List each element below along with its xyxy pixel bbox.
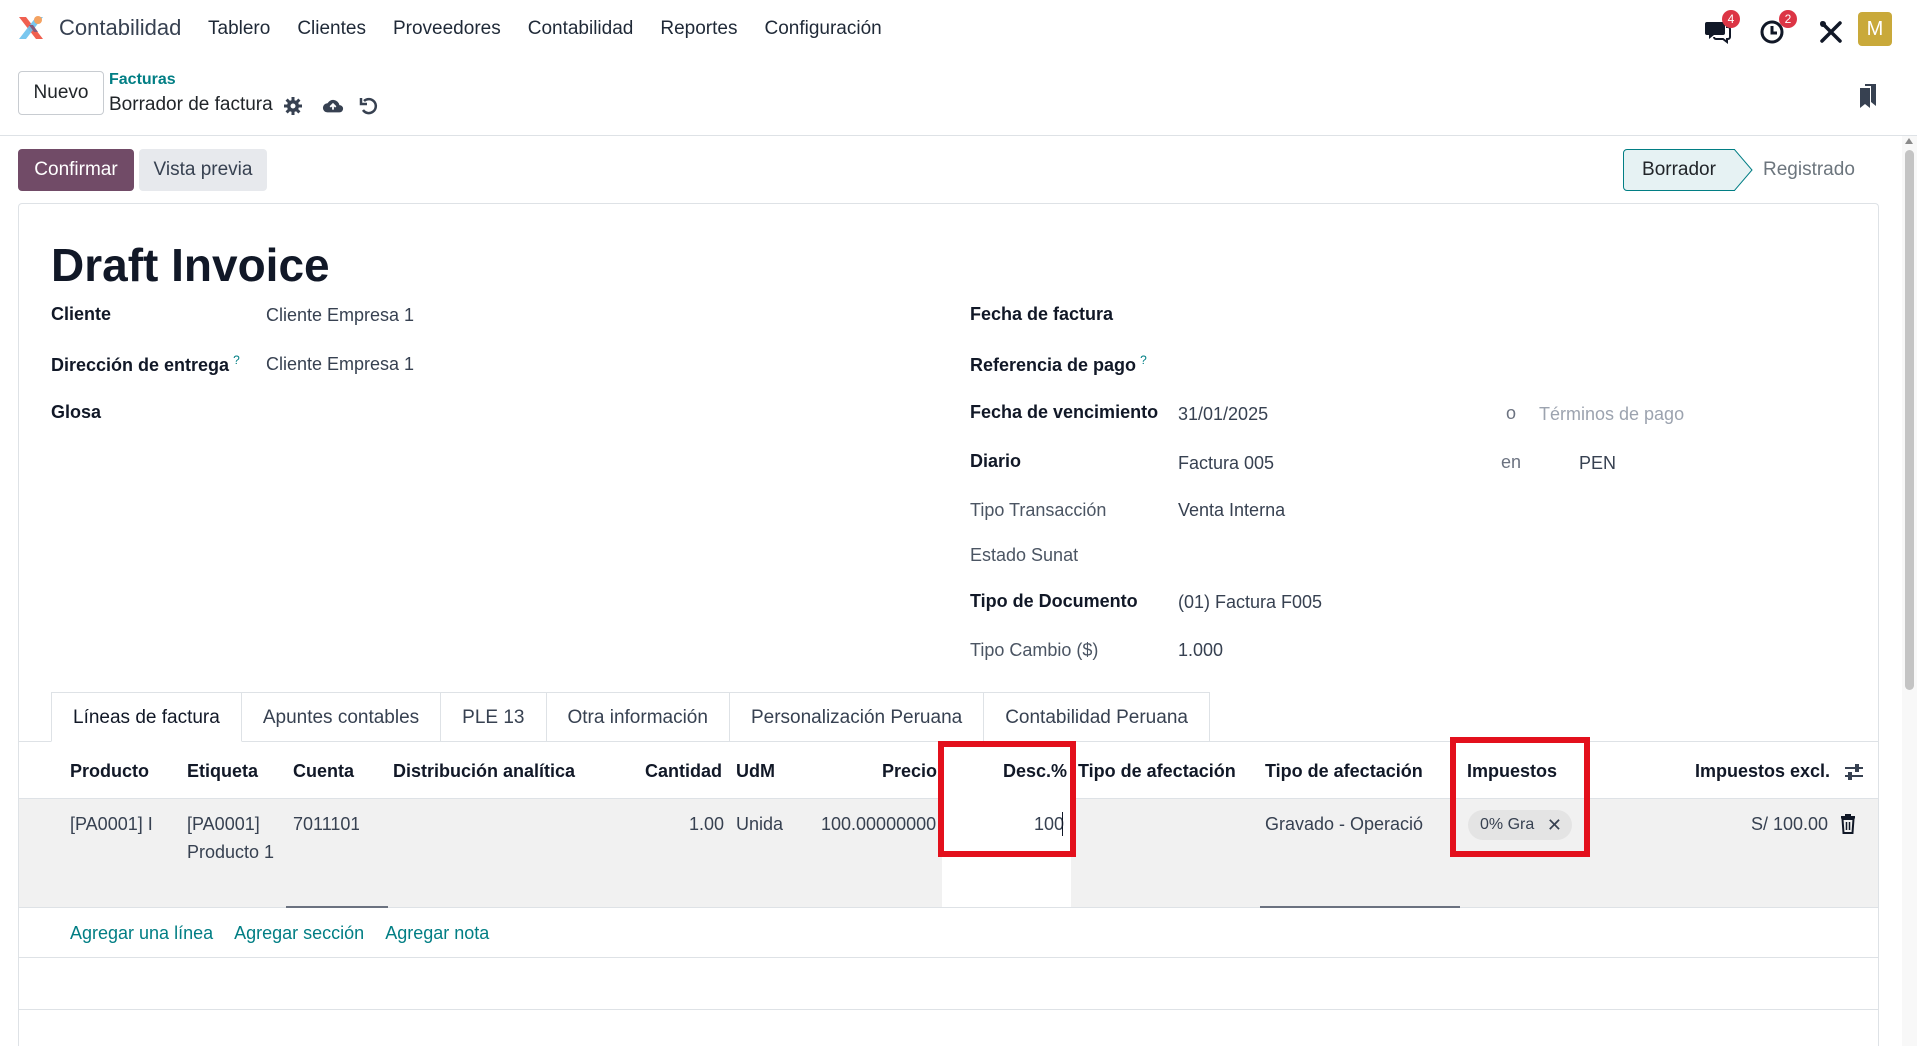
accounting-app-icon[interactable] bbox=[16, 13, 46, 43]
tab-contabilidad-peruana[interactable]: Contabilidad Peruana bbox=[984, 692, 1210, 742]
direccion-label: Dirección de entrega? bbox=[51, 353, 240, 376]
cell-udm[interactable]: Unida bbox=[736, 814, 784, 835]
add-note-link[interactable]: Agregar nota bbox=[385, 923, 489, 944]
messages-badge: 4 bbox=[1722, 10, 1740, 28]
col-udm[interactable]: UdM bbox=[736, 761, 775, 782]
status-arrow-icon bbox=[1734, 149, 1753, 191]
add-section-link[interactable]: Agregar sección bbox=[234, 923, 364, 944]
breadcrumb-current: Borrador de factura bbox=[109, 94, 273, 115]
direccion-label-text: Dirección de entrega bbox=[51, 355, 230, 375]
cell-etiqueta-line2[interactable]: Producto 1 bbox=[187, 842, 274, 863]
cliente-label: Cliente bbox=[51, 304, 112, 324]
tipo-documento-label: Tipo de Documento bbox=[970, 591, 1138, 611]
fecha-factura-label: Fecha de factura bbox=[970, 304, 1114, 324]
page-scrollbar[interactable] bbox=[1902, 136, 1917, 1046]
in-label: en bbox=[1501, 452, 1522, 472]
menu-reportes[interactable]: Reportes bbox=[660, 18, 737, 40]
direccion-field[interactable]: Cliente Empresa 1 bbox=[266, 354, 414, 375]
main-menu: Tablero Clientes Proveedores Contabilida… bbox=[208, 18, 909, 40]
referencia-label-text: Referencia de pago bbox=[970, 355, 1137, 375]
new-button[interactable]: Nuevo bbox=[18, 71, 104, 115]
column-settings-icon[interactable] bbox=[1843, 761, 1865, 783]
tools-icon bbox=[1820, 21, 1842, 43]
activities-badge: 2 bbox=[1779, 10, 1797, 28]
menu-clientes[interactable]: Clientes bbox=[297, 18, 366, 40]
col-impuestos-excl[interactable]: Impuestos excl. bbox=[1695, 761, 1830, 782]
tab-lineas-factura[interactable]: Líneas de factura bbox=[51, 692, 242, 742]
invoice-title: Draft Invoice bbox=[51, 239, 330, 291]
gear-icon[interactable] bbox=[282, 95, 304, 117]
scrollbar-thumb[interactable] bbox=[1905, 150, 1914, 690]
cell-cuenta[interactable]: 7011101 bbox=[293, 814, 359, 835]
menu-tablero[interactable]: Tablero bbox=[208, 18, 270, 40]
status-draft[interactable]: Borrador bbox=[1623, 149, 1735, 191]
help-mark[interactable]: ? bbox=[1140, 353, 1147, 367]
tab-apuntes-contables[interactable]: Apuntes contables bbox=[241, 692, 442, 742]
tipo-cambio-label: Tipo Cambio ($) bbox=[970, 640, 1099, 660]
col-cuenta[interactable]: Cuenta bbox=[293, 761, 354, 782]
table-footer-border bbox=[19, 957, 1878, 958]
currency-field[interactable]: PEN bbox=[1579, 453, 1616, 474]
activities-button[interactable]: 2 bbox=[1760, 10, 1797, 44]
menu-contabilidad[interactable]: Contabilidad bbox=[528, 18, 634, 40]
discard-changes-icon[interactable] bbox=[358, 95, 380, 117]
cliente-field[interactable]: Cliente Empresa 1 bbox=[266, 305, 414, 326]
cell-subtotal: S/ 100.00 bbox=[1751, 814, 1829, 834]
cell-producto[interactable]: [PA0001] I bbox=[70, 814, 154, 835]
col-etiqueta[interactable]: Etiqueta bbox=[187, 761, 258, 782]
vencimiento-field[interactable]: 31/01/2025 bbox=[1178, 404, 1268, 425]
cell-etiqueta-line1[interactable]: [PA0001] bbox=[187, 814, 260, 835]
estado-sunat-label: Estado Sunat bbox=[970, 545, 1079, 565]
col-cantidad[interactable]: Cantidad bbox=[645, 761, 722, 782]
col-distribucion[interactable]: Distribución analítica bbox=[393, 761, 575, 782]
cell-precio[interactable]: 100.00000000 bbox=[821, 814, 936, 835]
tipo-afectacion-input-underline bbox=[1260, 906, 1460, 908]
tab-otra-informacion[interactable]: Otra información bbox=[546, 692, 730, 742]
confirm-button[interactable]: Confirmar bbox=[18, 149, 134, 191]
help-mark[interactable]: ? bbox=[233, 353, 240, 367]
tab-personalizacion-peruana[interactable]: Personalización Peruana bbox=[729, 692, 985, 742]
tipo-documento-field[interactable]: (01) Factura F005 bbox=[1178, 592, 1322, 613]
user-avatar[interactable]: M bbox=[1858, 12, 1892, 46]
notebook-tabs: Líneas de factura Apuntes contables PLE … bbox=[51, 692, 1210, 742]
diario-label: Diario bbox=[970, 451, 1022, 471]
cloud-save-icon[interactable] bbox=[322, 95, 344, 117]
scroll-up-arrow-icon[interactable] bbox=[1905, 138, 1913, 144]
tipo-transaccion-label: Tipo Transacción bbox=[970, 500, 1107, 520]
or-label: o bbox=[1506, 403, 1517, 423]
menu-proveedores[interactable]: Proveedores bbox=[393, 18, 501, 40]
app-name[interactable]: Contabilidad bbox=[59, 15, 181, 41]
tab-ple-13[interactable]: PLE 13 bbox=[441, 692, 547, 742]
status-posted[interactable]: Registrado bbox=[1763, 149, 1855, 191]
col-tipo-afectacion-2[interactable]: Tipo de afectación bbox=[1265, 761, 1423, 782]
control-panel-divider bbox=[0, 135, 1917, 136]
vencimiento-label: Fecha de vencimiento bbox=[970, 402, 1159, 422]
form-sheet bbox=[18, 203, 1879, 1046]
tipo-cambio-field[interactable]: 1.000 bbox=[1178, 640, 1223, 661]
highlight-impuestos bbox=[1450, 737, 1590, 857]
col-precio[interactable]: Precio bbox=[882, 761, 937, 782]
highlight-discount bbox=[938, 741, 1076, 857]
glosa-label: Glosa bbox=[51, 402, 102, 422]
cell-cantidad[interactable]: 1.00 bbox=[689, 814, 724, 835]
top-navbar: Contabilidad Tablero Clientes Proveedore… bbox=[0, 0, 1917, 56]
cuenta-input-underline bbox=[286, 906, 388, 908]
messages-button[interactable]: 4 bbox=[1704, 10, 1740, 44]
payment-terms-field[interactable]: Términos de pago bbox=[1539, 404, 1684, 425]
diario-field[interactable]: Factura 005 bbox=[1178, 453, 1274, 474]
col-producto[interactable]: Producto bbox=[70, 761, 149, 782]
referencia-label: Referencia de pago? bbox=[970, 353, 1147, 376]
preview-button[interactable]: Vista previa bbox=[139, 149, 267, 191]
tipo-transaccion-field[interactable]: Venta Interna bbox=[1178, 500, 1285, 521]
table-footer-border-2 bbox=[19, 1009, 1878, 1010]
breadcrumb-parent[interactable]: Facturas bbox=[109, 71, 176, 89]
menu-configuracion[interactable]: Configuración bbox=[764, 18, 881, 40]
cell-tipo-afectacion[interactable]: Gravado - Operació bbox=[1265, 814, 1437, 835]
bookmark-icon[interactable] bbox=[1860, 84, 1878, 108]
trash-icon[interactable] bbox=[1840, 814, 1856, 834]
tools-button[interactable] bbox=[1817, 12, 1847, 44]
add-line-link[interactable]: Agregar una línea bbox=[70, 923, 213, 944]
col-tipo-afectacion-1[interactable]: Tipo de afectación bbox=[1078, 761, 1236, 782]
add-line-actions: Agregar una línea Agregar sección Agrega… bbox=[70, 923, 510, 944]
